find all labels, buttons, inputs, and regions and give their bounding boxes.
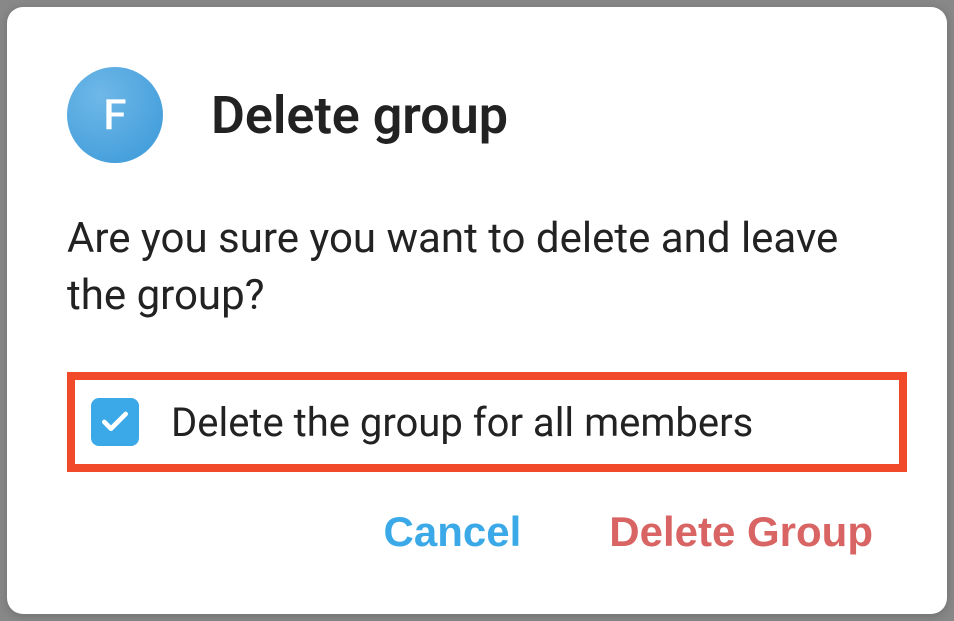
dialog-title: Delete group — [211, 85, 508, 146]
delete-group-button[interactable]: Delete Group — [605, 500, 877, 564]
avatar-letter: F — [103, 91, 126, 140]
dialog-actions: Cancel Delete Group — [380, 500, 897, 564]
cancel-button[interactable]: Cancel — [380, 500, 526, 564]
delete-for-all-checkbox[interactable] — [91, 398, 139, 446]
delete-for-all-label: Delete the group for all members — [171, 399, 753, 446]
group-avatar: F — [67, 67, 163, 163]
checkmark-icon — [99, 406, 131, 438]
delete-group-dialog: F Delete group Are you sure you want to … — [7, 7, 947, 614]
dialog-message: Are you sure you want to delete and leav… — [67, 211, 887, 324]
dialog-header: F Delete group — [67, 67, 887, 163]
delete-for-all-row[interactable]: Delete the group for all members — [67, 372, 907, 472]
